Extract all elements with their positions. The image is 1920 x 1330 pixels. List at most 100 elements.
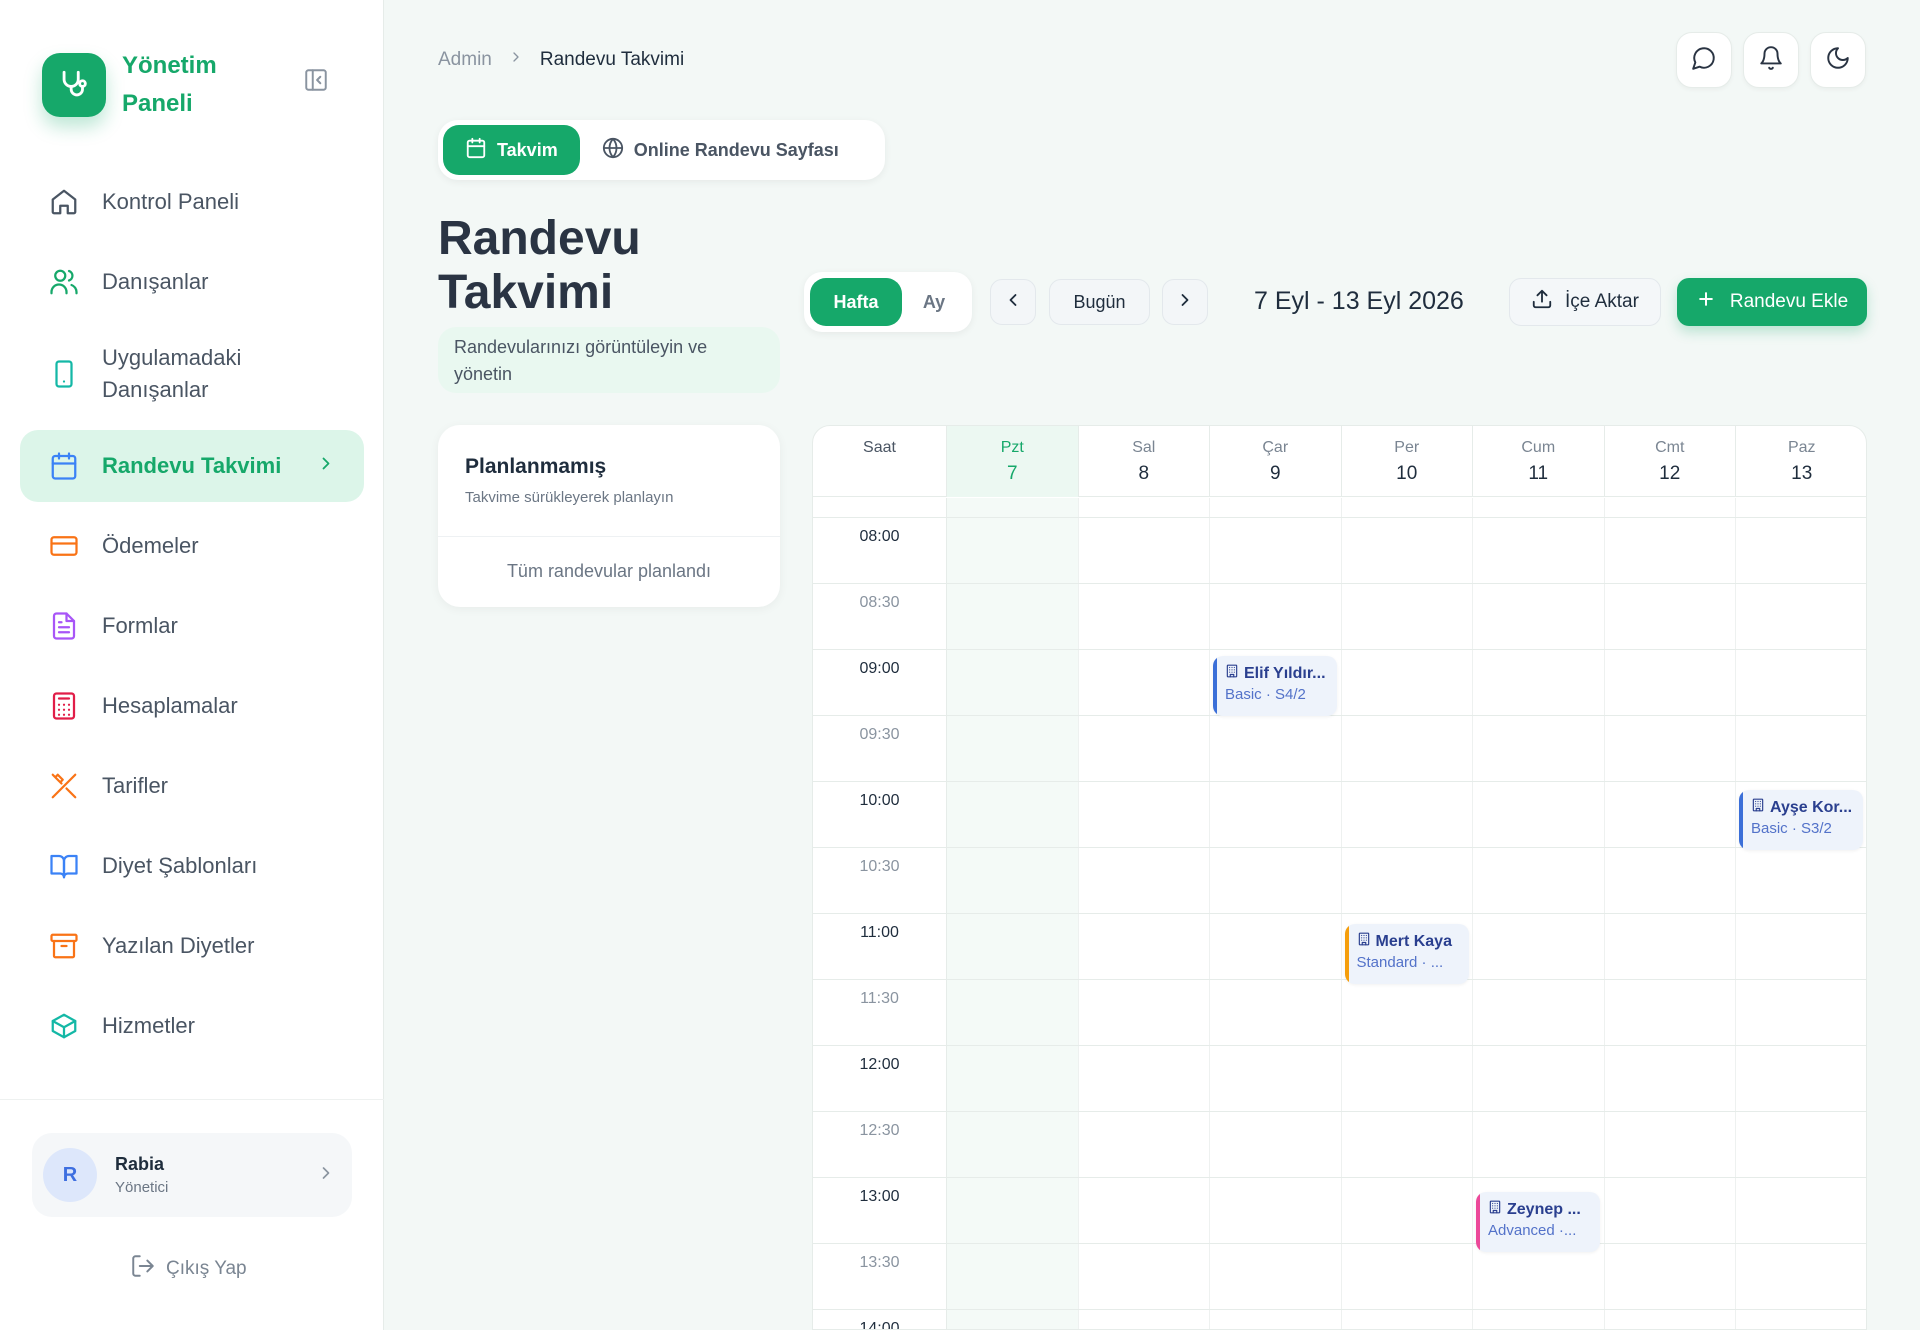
brand[interactable]: Yönetim Paneli xyxy=(42,47,242,123)
day-header[interactable]: Cum 11 xyxy=(1473,426,1605,497)
day-header[interactable]: Per 10 xyxy=(1342,426,1473,497)
theme-toggle-button[interactable] xyxy=(1810,32,1866,88)
time-slot[interactable] xyxy=(1605,1112,1736,1177)
time-slot[interactable] xyxy=(947,518,1079,583)
time-slot[interactable] xyxy=(1736,914,1866,979)
time-slot[interactable] xyxy=(1736,518,1866,583)
time-slot[interactable] xyxy=(1210,584,1342,649)
sidebar-item-hesaplamalar[interactable]: Hesaplamalar xyxy=(20,670,364,742)
add-appointment-button[interactable]: Randevu Ekle xyxy=(1677,278,1867,326)
user-card[interactable]: R Rabia Yönetici xyxy=(32,1133,352,1217)
time-slot[interactable] xyxy=(1605,518,1736,583)
next-week-button[interactable] xyxy=(1162,279,1208,325)
prev-week-button[interactable] xyxy=(990,279,1036,325)
time-slot[interactable] xyxy=(1736,1310,1866,1329)
day-header[interactable]: Paz 13 xyxy=(1736,426,1866,497)
time-slot[interactable] xyxy=(1210,1112,1342,1177)
time-slot[interactable] xyxy=(1210,518,1342,583)
time-slot[interactable] xyxy=(1079,782,1210,847)
time-slot[interactable] xyxy=(947,1310,1079,1329)
time-slot[interactable] xyxy=(1473,716,1605,781)
sidebar-item-formlar[interactable]: Formlar xyxy=(20,590,364,662)
time-slot[interactable] xyxy=(1473,1310,1605,1329)
time-slot[interactable] xyxy=(1210,1178,1342,1243)
time-slot[interactable] xyxy=(1473,1244,1605,1309)
day-header[interactable]: Çar 9 xyxy=(1210,426,1342,497)
time-slot[interactable] xyxy=(1342,980,1473,1045)
time-slot[interactable] xyxy=(1605,716,1736,781)
time-slot[interactable] xyxy=(1473,584,1605,649)
import-button[interactable]: İçe Aktar xyxy=(1509,278,1661,326)
time-slot[interactable] xyxy=(1605,1244,1736,1309)
time-slot[interactable] xyxy=(1079,914,1210,979)
time-slot[interactable] xyxy=(1079,1244,1210,1309)
sidebar-item-yazilan-diyetler[interactable]: Yazılan Diyetler xyxy=(20,910,364,982)
time-slot[interactable] xyxy=(1736,848,1866,913)
time-slot[interactable] xyxy=(1605,1178,1736,1243)
today-button[interactable]: Bugün xyxy=(1049,279,1150,325)
time-slot[interactable] xyxy=(1736,980,1866,1045)
time-slot[interactable] xyxy=(1605,782,1736,847)
time-slot[interactable] xyxy=(1342,584,1473,649)
time-slot[interactable] xyxy=(1342,782,1473,847)
time-slot[interactable] xyxy=(1605,914,1736,979)
sidebar-collapse-icon[interactable] xyxy=(303,67,329,93)
time-slot[interactable] xyxy=(1342,1310,1473,1329)
time-slot[interactable] xyxy=(1473,1046,1605,1111)
time-slot[interactable] xyxy=(947,584,1079,649)
time-slot[interactable] xyxy=(1473,980,1605,1045)
time-slot[interactable] xyxy=(1210,848,1342,913)
time-slot[interactable] xyxy=(1342,1112,1473,1177)
time-slot[interactable] xyxy=(1210,914,1342,979)
time-slot[interactable] xyxy=(1342,518,1473,583)
time-slot[interactable] xyxy=(1210,1310,1342,1329)
sidebar-item-diyet-sablonlari[interactable]: Diyet Şablonları xyxy=(20,830,364,902)
appointment-event[interactable]: Ayşe Kor... Basic · S3/2 xyxy=(1739,790,1863,850)
day-header[interactable]: Pzt 7 xyxy=(947,426,1079,497)
time-slot[interactable] xyxy=(947,980,1079,1045)
time-slot[interactable] xyxy=(1736,1112,1866,1177)
time-slot[interactable] xyxy=(1079,518,1210,583)
time-slot[interactable] xyxy=(1342,716,1473,781)
time-slot[interactable] xyxy=(1210,782,1342,847)
time-slot[interactable] xyxy=(1079,1046,1210,1111)
time-slot[interactable] xyxy=(1342,1244,1473,1309)
tab-online-randevu[interactable]: Online Randevu Sayfası xyxy=(580,125,861,175)
logout-button[interactable]: Çıkış Yap xyxy=(130,1253,247,1285)
sidebar-item-odemeler[interactable]: Ödemeler xyxy=(20,510,364,582)
day-header[interactable]: Cmt 12 xyxy=(1605,426,1736,497)
time-slot[interactable] xyxy=(1342,848,1473,913)
time-slot[interactable] xyxy=(1473,518,1605,583)
time-slot[interactable] xyxy=(1736,1244,1866,1309)
time-slot[interactable] xyxy=(1342,650,1473,715)
month-view-button[interactable]: Ay xyxy=(902,278,966,326)
time-slot[interactable] xyxy=(1079,848,1210,913)
time-slot[interactable] xyxy=(1605,1046,1736,1111)
time-slot[interactable] xyxy=(1210,716,1342,781)
time-slot[interactable] xyxy=(1210,980,1342,1045)
time-slot[interactable] xyxy=(1473,650,1605,715)
time-slot[interactable] xyxy=(1079,650,1210,715)
time-slot[interactable] xyxy=(1605,1310,1736,1329)
time-slot[interactable] xyxy=(947,914,1079,979)
appointment-event[interactable]: Elif Yıldır... Basic · S4/2 xyxy=(1213,656,1337,716)
sidebar-item-danisanlar[interactable]: Danışanlar xyxy=(20,246,364,318)
week-view-button[interactable]: Hafta xyxy=(810,278,902,326)
time-slot[interactable] xyxy=(1605,848,1736,913)
time-slot[interactable] xyxy=(1079,1112,1210,1177)
time-slot[interactable] xyxy=(947,848,1079,913)
time-slot[interactable] xyxy=(1473,1112,1605,1177)
time-slot[interactable] xyxy=(947,1244,1079,1309)
time-slot[interactable] xyxy=(1210,1046,1342,1111)
time-slot[interactable] xyxy=(1605,584,1736,649)
time-slot[interactable] xyxy=(947,650,1079,715)
sidebar-item-randevu-takvimi[interactable]: Randevu Takvimi xyxy=(20,430,364,502)
time-slot[interactable] xyxy=(1210,1244,1342,1309)
sidebar-item-uygulamadaki-danisanlar[interactable]: Uygulamadaki Danışanlar xyxy=(20,326,364,422)
time-slot[interactable] xyxy=(947,1112,1079,1177)
tab-takvim[interactable]: Takvim xyxy=(443,125,580,175)
appointment-event[interactable]: Mert Kaya Standard · ... xyxy=(1344,924,1469,984)
time-slot[interactable] xyxy=(947,716,1079,781)
time-slot[interactable] xyxy=(947,1046,1079,1111)
time-slot[interactable] xyxy=(1736,1178,1866,1243)
